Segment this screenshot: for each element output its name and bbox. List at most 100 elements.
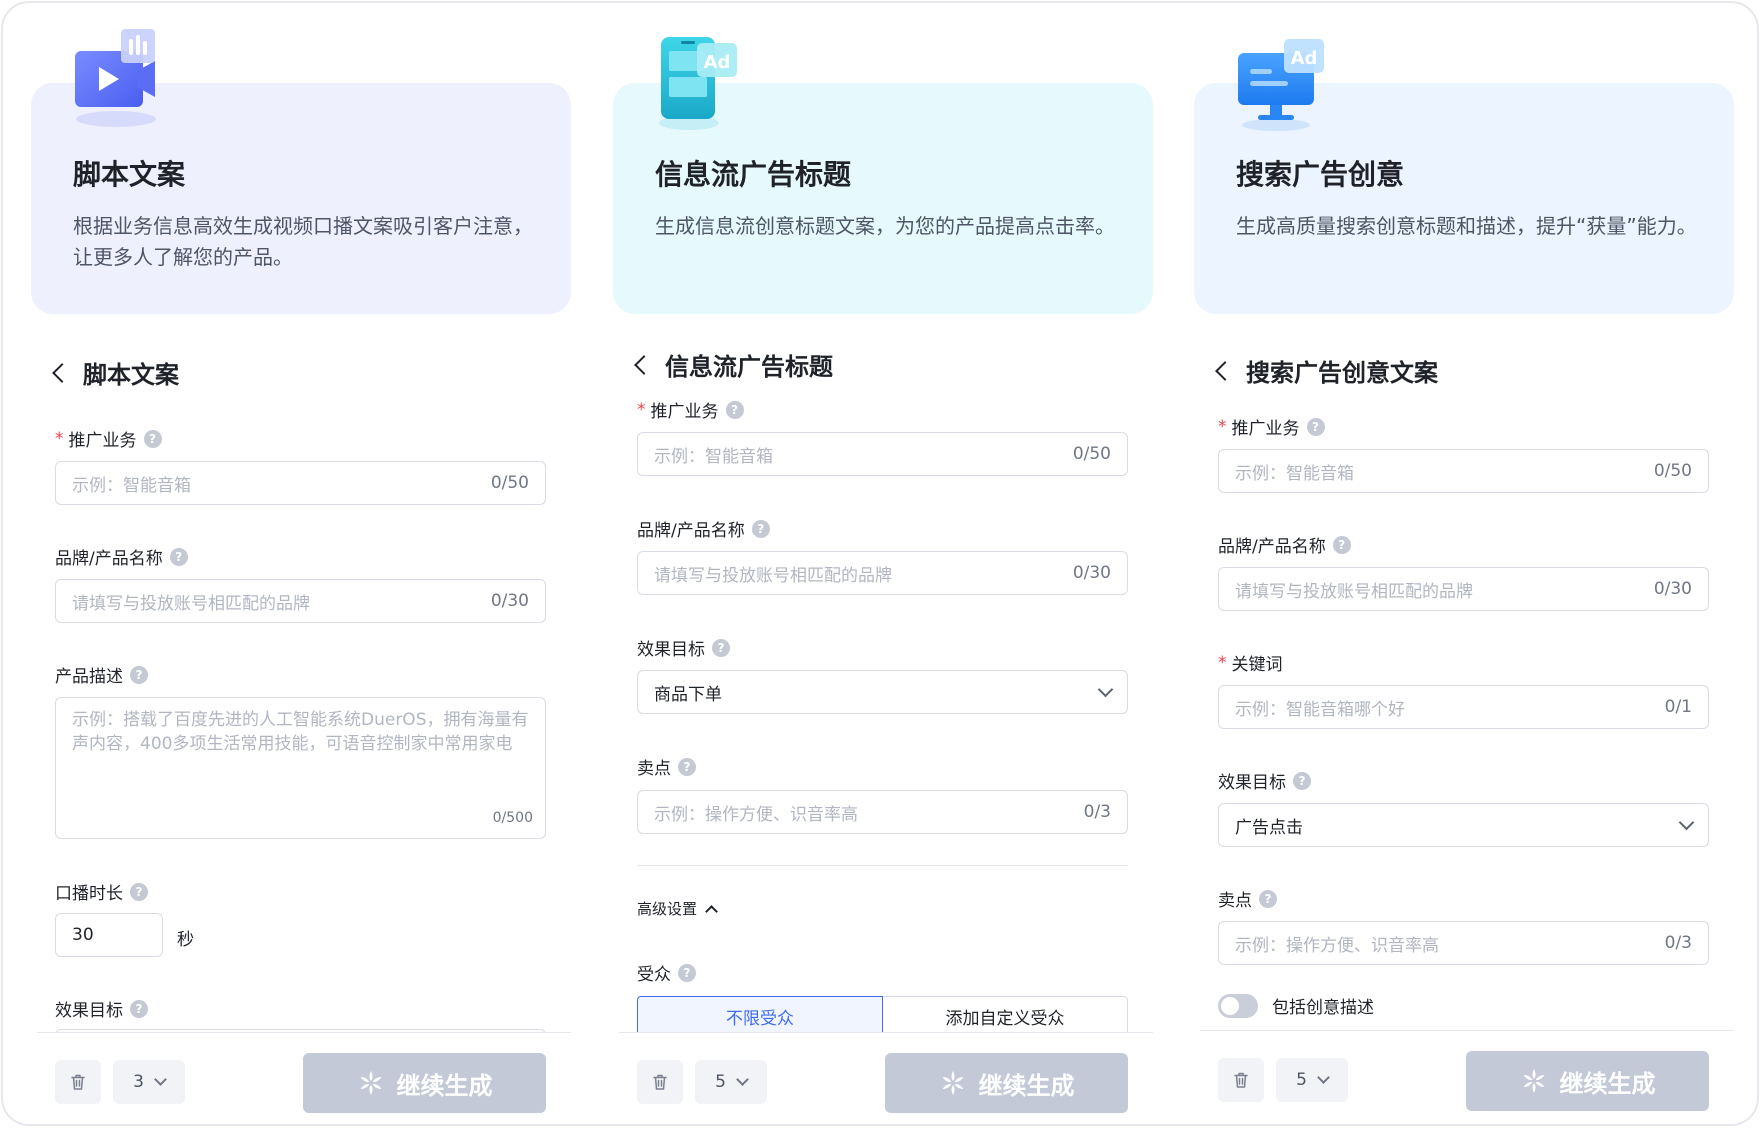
- footer-divider: [1200, 1030, 1734, 1031]
- brand-input[interactable]: 请填写与投放账号相匹配的品牌 0/30: [637, 551, 1128, 595]
- selling-label: 卖点 ?: [637, 754, 696, 779]
- count-select[interactable]: 5: [1276, 1058, 1348, 1102]
- required-mark: *: [1218, 416, 1227, 437]
- help-icon[interactable]: ?: [712, 638, 730, 657]
- required-mark: *: [1218, 652, 1227, 673]
- brand-label-text: 品牌/产品名称: [1218, 537, 1326, 557]
- count-select[interactable]: 3: [113, 1060, 185, 1104]
- search-ad-creative-card[interactable]: Ad 搜索广告创意 生成高质量搜索创意标题和描述，提升“获量”能力。: [1194, 39, 1734, 314]
- dropdown-caret-icon: [736, 1073, 749, 1086]
- goal-label-text: 效果目标: [1218, 773, 1286, 793]
- promo-input[interactable]: 示例：智能音箱 0/50: [637, 432, 1128, 476]
- promo-count: 0/50: [490, 473, 529, 493]
- sparkle-icon: [1523, 1069, 1544, 1093]
- clear-button[interactable]: [55, 1060, 101, 1104]
- keyword-input[interactable]: 示例：智能音箱哪个好 0/1: [1218, 685, 1709, 729]
- brand-label: 品牌/产品名称 ?: [637, 516, 770, 541]
- help-icon[interactable]: ?: [751, 519, 770, 538]
- card-title: 搜索广告创意: [1236, 158, 1405, 191]
- audience-option-unlimited[interactable]: 不限受众: [637, 996, 883, 1036]
- goal-select[interactable]: 商品下单: [637, 670, 1128, 714]
- brand-label: 品牌/产品名称 ?: [55, 544, 188, 569]
- card-description: 生成信息流创意标题文案，为您的产品提高点击率。: [655, 214, 1115, 238]
- creative-desc-toggle-row: 包括创意描述: [1218, 993, 1374, 1018]
- form-title: 搜索广告创意文案: [1246, 359, 1438, 387]
- selling-placeholder: 示例：操作方便、识音率高: [654, 804, 858, 825]
- audience-option-custom[interactable]: 添加自定义受众: [883, 996, 1128, 1036]
- help-icon[interactable]: ?: [1293, 771, 1311, 790]
- back-chevron-icon: [1215, 360, 1235, 381]
- creative-desc-toggle[interactable]: [1218, 993, 1258, 1018]
- dropdown-caret-icon: [1097, 681, 1114, 697]
- help-icon[interactable]: ?: [678, 963, 696, 982]
- svg-text:Ad: Ad: [704, 52, 731, 73]
- trash-icon: [71, 1074, 85, 1090]
- selling-input[interactable]: 示例：操作方便、识音率高 0/3: [1218, 921, 1709, 965]
- brand-input[interactable]: 请填写与投放账号相匹配的品牌 0/30: [55, 579, 546, 623]
- continue-generate-button[interactable]: 继续生成: [303, 1053, 546, 1113]
- goal-label: 效果目标 ?: [1218, 768, 1311, 793]
- selling-count: 0/3: [1664, 933, 1692, 953]
- required-mark: *: [637, 399, 646, 420]
- sparkle-icon: [360, 1071, 381, 1095]
- help-icon[interactable]: ?: [725, 400, 744, 419]
- dropdown-caret-icon: [1678, 814, 1695, 830]
- goal-label-text: 效果目标: [637, 640, 705, 660]
- advanced-settings-toggle[interactable]: 高级设置: [637, 898, 718, 919]
- script-copy-card[interactable]: 脚本文案 根据业务信息高效生成视频口播文案吸引客户注意，让更多人了解您的产品。: [31, 29, 571, 314]
- feed-ad-title-card[interactable]: Ad 信息流广告标题 生成信息流创意标题文案，为您的产品提高点击率。: [613, 37, 1153, 314]
- continue-generate-button[interactable]: 继续生成: [885, 1053, 1128, 1113]
- help-icon[interactable]: ?: [1259, 889, 1277, 908]
- count-value: 3: [133, 1072, 144, 1092]
- card-description: 生成高质量搜索创意标题和描述，提升“获量”能力。: [1236, 214, 1697, 238]
- duration-input[interactable]: 30: [55, 913, 163, 957]
- duration-label-text: 口播时长: [55, 884, 123, 904]
- help-icon[interactable]: ?: [130, 999, 148, 1018]
- duration-label: 口播时长 ?: [55, 879, 148, 904]
- help-icon[interactable]: ?: [143, 429, 162, 448]
- promo-input[interactable]: 示例：智能音箱 0/50: [1218, 449, 1709, 493]
- keyword-placeholder: 示例：智能音箱哪个好: [1235, 699, 1405, 720]
- count-select[interactable]: 5: [695, 1060, 767, 1104]
- back-chevron-icon: [52, 362, 72, 383]
- trash-icon: [1234, 1072, 1248, 1088]
- desc-textarea[interactable]: 示例：搭载了百度先进的人工智能系统DuerOS，拥有海量有声内容，400多项生活…: [55, 697, 546, 839]
- help-icon[interactable]: ?: [1306, 417, 1325, 436]
- promo-label-text: 推广业务: [1231, 419, 1300, 439]
- back-button[interactable]: 信息流广告标题: [634, 347, 833, 382]
- advanced-label: 高级设置: [637, 900, 698, 918]
- card-title: 脚本文案: [73, 158, 186, 191]
- audience-segmented: 不限受众 添加自定义受众: [637, 996, 1128, 1036]
- promo-label: * 推广业务 ?: [1218, 414, 1325, 439]
- goal-label: 效果目标 ?: [55, 996, 148, 1021]
- help-icon[interactable]: ?: [1332, 535, 1351, 554]
- back-button[interactable]: 搜索广告创意文案: [1215, 353, 1438, 388]
- section-divider: [637, 865, 1128, 866]
- continue-generate-button[interactable]: 继续生成: [1466, 1051, 1709, 1111]
- help-icon[interactable]: ?: [130, 665, 148, 684]
- svg-text:Ad: Ad: [1291, 48, 1318, 69]
- brand-count: 0/30: [1072, 563, 1111, 583]
- promo-label-text: 推广业务: [68, 431, 137, 451]
- chevron-up-icon: [705, 904, 718, 918]
- promo-placeholder: 示例：智能音箱: [1235, 463, 1354, 484]
- brand-input[interactable]: 请填写与投放账号相匹配的品牌 0/30: [1218, 567, 1709, 611]
- clear-button[interactable]: [1218, 1058, 1264, 1102]
- brand-placeholder: 请填写与投放账号相匹配的品牌: [654, 565, 892, 586]
- brand-label-text: 品牌/产品名称: [637, 521, 745, 541]
- script-copy-column: 脚本文案 根据业务信息高效生成视频口播文案吸引客户注意，让更多人了解您的产品。 …: [31, 3, 571, 1124]
- help-icon[interactable]: ?: [169, 547, 188, 566]
- back-button[interactable]: 脚本文案: [52, 355, 179, 390]
- goal-select[interactable]: 广告点击: [1218, 803, 1709, 847]
- help-icon[interactable]: ?: [678, 757, 696, 776]
- promo-placeholder: 示例：智能音箱: [654, 446, 773, 467]
- brand-label: 品牌/产品名称 ?: [1218, 532, 1351, 557]
- promo-input[interactable]: 示例：智能音箱 0/50: [55, 461, 546, 505]
- phone-ad-icon: Ad: [653, 27, 763, 137]
- clear-button[interactable]: [637, 1060, 683, 1104]
- help-icon[interactable]: ?: [130, 882, 148, 901]
- required-mark: *: [55, 428, 64, 449]
- footer-divider: [619, 1032, 1153, 1033]
- brand-placeholder: 请填写与投放账号相匹配的品牌: [72, 593, 310, 614]
- selling-input[interactable]: 示例：操作方便、识音率高 0/3: [637, 790, 1128, 834]
